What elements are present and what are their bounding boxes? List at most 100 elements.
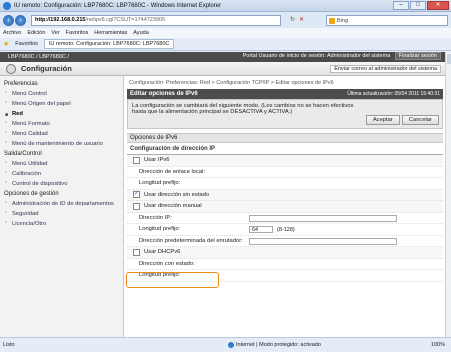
zoom-level[interactable]: 100% [431, 342, 445, 348]
gateway-label: Dirección predeterminada del enrutador: [139, 237, 243, 244]
info-box: La configuración se cambiará del siguien… [127, 99, 443, 129]
status-text: Listo [3, 342, 15, 348]
main-content: Configuración: Preferencias: Red > Confi… [127, 76, 443, 337]
ip-address-label: Dirección IP: [139, 214, 172, 221]
menu-ver[interactable]: Ver [51, 30, 59, 36]
cancel-button[interactable]: Cancelar [401, 115, 439, 125]
highlight-box [126, 272, 219, 288]
menu-favoritos[interactable]: Favoritos [66, 30, 89, 36]
gateway-input[interactable] [249, 237, 397, 245]
printer-model: LBP7680C / LBP7680C / [8, 54, 69, 60]
bing-icon [329, 18, 335, 24]
sidebar-item-device-control[interactable]: Control de dispositivo [0, 179, 123, 189]
stop-icon[interactable]: ✕ [299, 16, 304, 23]
logout-button[interactable]: Finalizar sesión [394, 52, 441, 60]
stateless-checkbox[interactable]: ✓ [133, 191, 140, 199]
edit-header: Editar opciones de IPv6 Última actualiza… [127, 89, 443, 99]
portal-header: LBP7680C / LBP7680C / Portal Usuario de … [0, 52, 445, 62]
gateway-row: Dirección predeterminada del enrutador: [127, 235, 443, 247]
back-icon[interactable]: ‹ [3, 14, 14, 26]
forward-icon[interactable]: › [15, 14, 26, 26]
prefix-len-value: 64 [252, 227, 259, 233]
subsection-header: Configuración de dirección IP [127, 146, 443, 155]
link-local-label: Dirección de enlace local: [139, 168, 206, 175]
sidebar-section-gestion[interactable]: Opciones de gestión [0, 189, 123, 199]
refresh-icon[interactable]: ↻ [290, 16, 295, 23]
address-bar: ‹ › http://192.168.0.215 /netipv6.cgi?CS… [0, 12, 451, 28]
stateful-row: Dirección con estado: [127, 258, 443, 270]
window-titlebar: IU remoto: Configuración: LBP7680C: LBP7… [0, 0, 451, 12]
sidebar-section-salida[interactable]: Salida/Control [0, 149, 123, 159]
dhcpv6-label: Usar DHCPv6 [144, 249, 181, 256]
url-field[interactable]: http://192.168.0.215 /netipv6.cgi?CSUT=1… [31, 14, 281, 26]
section-header: Opciones de IPv6 [127, 133, 443, 143]
prefix-len-label: Longitud prefijo: [139, 180, 181, 187]
sidebar-item-calibration[interactable]: Calibración [0, 169, 123, 179]
prefix-len-input[interactable]: 64 [249, 226, 273, 233]
menu-edicion[interactable]: Edición [27, 30, 45, 36]
url-host: http://192.168.0.215 [35, 17, 86, 23]
minimize-button[interactable]: – [393, 1, 409, 10]
use-ipv6-checkbox[interactable] [133, 156, 140, 164]
use-ipv6-row: Usar IPv6 [127, 155, 443, 167]
favorites-button[interactable]: Favoritos [15, 41, 38, 47]
accept-button[interactable]: Aceptar [365, 115, 400, 125]
settings-banner: Configuración Enviar correo al administr… [0, 62, 445, 76]
page-title: Configuración [21, 64, 72, 73]
email-admin-button[interactable]: Enviar correo al administrador del siste… [330, 65, 441, 73]
sidebar-item-license[interactable]: Licencia/Otro [0, 219, 123, 229]
menu-archivo[interactable]: Archivo [3, 30, 21, 36]
vertical-scrollbar[interactable] [445, 52, 451, 337]
page-tab[interactable]: IU remoto: Configuración: LBP7680C: LBP7… [43, 39, 175, 49]
sidebar-item-menu-control[interactable]: Menú Control [0, 89, 123, 99]
sidebar-item-quality[interactable]: Menú Calidad [0, 129, 123, 139]
sidebar-item-dept-id[interactable]: Administración de ID de departamentos [0, 199, 123, 209]
breadcrumb: Configuración: Preferencias: Red > Confi… [129, 80, 334, 86]
link-local-row: Dirección de enlace local: [127, 166, 443, 178]
ie-icon [3, 1, 11, 10]
manual-row: Usar dirección manual [127, 201, 443, 213]
sidebar-item-paper-source[interactable]: Menú Origen del papel [0, 99, 123, 109]
window-title: IU remoto: Configuración: LBP7680C: LBP7… [14, 2, 222, 9]
security-zone: Internet | Modo protegido: activado [236, 342, 321, 348]
ip-address-row: Dirección IP: [127, 212, 443, 224]
stateful-label: Dirección con estado: [139, 260, 195, 267]
search-input[interactable]: Bing [326, 15, 448, 26]
edit-title: Editar opciones de IPv6 [130, 91, 198, 97]
gear-icon [6, 63, 16, 74]
sidebar-item-utility[interactable]: Menú Utilidad [0, 159, 123, 169]
last-updated: Última actualización: 05/04 2011 15:40:3… [347, 91, 440, 97]
manual-checkbox[interactable] [133, 202, 140, 210]
prefix-len-manual-row: Longitud prefijo: 64 (8-128) [127, 224, 443, 236]
scrollbar-thumb[interactable] [447, 54, 451, 64]
maximize-button[interactable]: □ [410, 1, 426, 10]
status-bar: Listo Internet | Modo protegido: activad… [0, 337, 451, 352]
page-content: LBP7680C / LBP7680C / Portal Usuario de … [0, 52, 445, 337]
stateless-label: Usar dirección sin estado [144, 191, 210, 198]
sidebar-item-red[interactable]: Red [0, 109, 123, 119]
sidebar-section-preferencias[interactable]: Preferencias [0, 79, 123, 89]
sidebar-item-security[interactable]: Seguridad [0, 209, 123, 219]
prefix-len-row: Longitud prefijo: [127, 178, 443, 190]
sidebar: Preferencias Menú Control Menú Origen de… [0, 76, 124, 337]
menu-bar: Archivo Edición Ver Favoritos Herramient… [0, 28, 451, 38]
globe-icon [228, 342, 234, 348]
menu-ayuda[interactable]: Ayuda [133, 30, 149, 36]
close-button[interactable]: ✕ [427, 1, 449, 10]
prefix-len-manual-label: Longitud prefijo: [139, 226, 181, 233]
sidebar-item-format[interactable]: Menú Formato [0, 119, 123, 129]
dhcpv6-checkbox[interactable] [133, 248, 140, 256]
star-icon: ★ [3, 41, 10, 48]
ip-address-input[interactable] [249, 214, 397, 222]
stateless-row: ✓ Usar dirección sin estado [127, 189, 443, 201]
prefix-range-hint: (8-128) [277, 227, 295, 233]
favorites-bar: ★ Favoritos IU remoto: Configuración: LB… [0, 38, 451, 51]
menu-herramientas[interactable]: Herramientas [94, 30, 127, 36]
url-path: /netipv6.cgi?CSUT=1744723905 [85, 17, 166, 23]
manual-label: Usar dirección manual [144, 203, 202, 210]
sidebar-item-user-maintenance[interactable]: Menú de mantenimiento de usuario [0, 139, 123, 149]
use-ipv6-label: Usar IPv6 [144, 157, 170, 164]
portal-user-text: Portal Usuario de inicio de sesión: Admi… [242, 53, 391, 59]
info-text: La configuración se cambiará del siguien… [132, 103, 354, 115]
dhcpv6-row: Usar DHCPv6 [127, 247, 443, 259]
